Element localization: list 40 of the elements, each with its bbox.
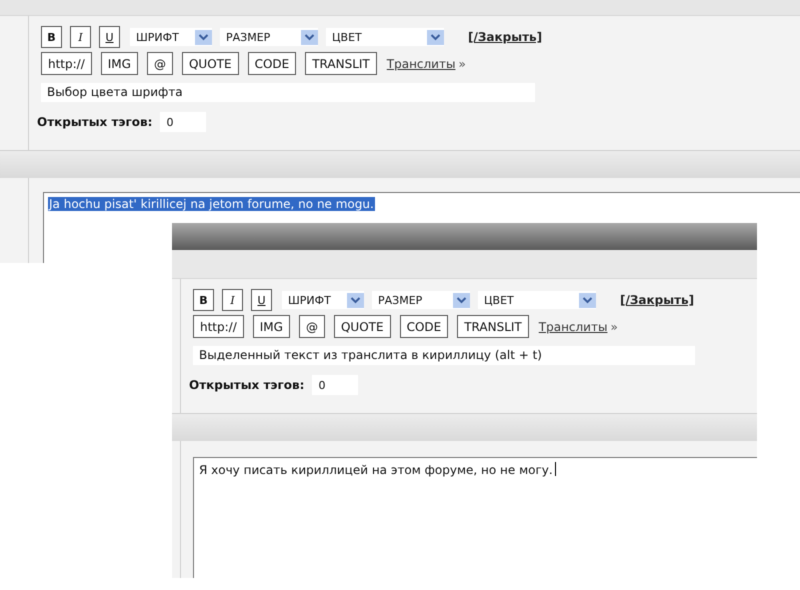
translit-link[interactable]: Транслиты	[538, 320, 608, 334]
format-button[interactable]: B	[193, 289, 214, 311]
tag-button[interactable]: CODE	[400, 315, 448, 338]
format-button[interactable]: I	[70, 26, 91, 48]
close-link[interactable]: [/Закрыть]	[468, 30, 542, 44]
tag-button[interactable]: CODE	[248, 52, 296, 75]
dropdown[interactable]: РАЗМЕР	[220, 28, 318, 46]
format-button[interactable]: U	[251, 289, 272, 311]
tag-button[interactable]: TRANSLIT	[305, 52, 377, 75]
tag-button[interactable]: IMG	[100, 52, 138, 75]
tag-button[interactable]: @	[146, 52, 173, 75]
message-textarea[interactable]: Я хочу писать кириллицей на этом форуме, но не могу.	[193, 457, 757, 578]
tag-button[interactable]: http://	[41, 52, 92, 75]
arrow-text: »	[610, 320, 618, 334]
close-link[interactable]: [/Закрыть]	[620, 293, 694, 307]
format-button[interactable]: I	[222, 289, 243, 311]
hint-field: Выбор цвета шрифта	[41, 83, 535, 102]
tag-button[interactable]: TRANSLIT	[457, 315, 529, 338]
dropdown[interactable]: ШРИФТ	[130, 28, 212, 46]
message-text: Я хочу писать кириллицей на этом форуме, но не могу.	[198, 463, 554, 477]
tag-button[interactable]: http://	[193, 315, 244, 338]
tag-button[interactable]: QUOTE	[334, 315, 391, 338]
text-cursor	[554, 462, 556, 476]
open-tags-field: 0	[312, 375, 358, 395]
dropdown[interactable]: ЦВЕТ	[326, 28, 444, 46]
dropdown[interactable]: ЦВЕТ	[478, 291, 596, 309]
tag-button[interactable]: @	[298, 315, 325, 338]
message-text: Ja hochu pisat' kirillicej na jetom forume, no ne mogu.	[48, 197, 375, 211]
hint-field: Выделенный текст из транслита в кириллицу (alt + t)	[193, 346, 695, 365]
format-button[interactable]: U	[99, 26, 120, 48]
dropdown[interactable]: РАЗМЕР	[372, 291, 470, 309]
open-tags-label: Открытых тэгов:	[189, 378, 304, 392]
open-tags-field: 0	[160, 112, 206, 132]
dropdown[interactable]: ШРИФТ	[282, 291, 364, 309]
translit-link[interactable]: Транслиты	[386, 56, 456, 70]
tag-button[interactable]: QUOTE	[182, 52, 239, 75]
arrow-text: »	[458, 56, 466, 70]
open-tags-label: Открытых тэгов:	[37, 115, 152, 129]
format-button[interactable]: B	[41, 26, 62, 48]
tag-button[interactable]: IMG	[252, 315, 290, 338]
